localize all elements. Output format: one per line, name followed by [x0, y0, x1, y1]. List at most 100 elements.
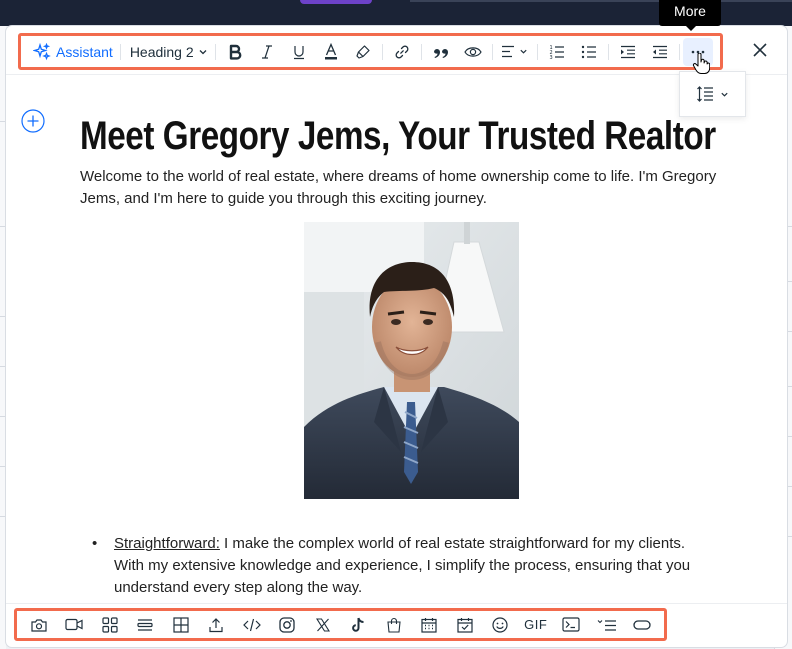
- chevron-down-icon: [520, 49, 527, 54]
- video-icon: [65, 618, 83, 631]
- insert-code-block-button[interactable]: [554, 611, 590, 638]
- toolbar-separator: [119, 43, 121, 60]
- formatting-toolbar: Assistant Heading 2 1 2 3: [18, 33, 723, 70]
- bottom-divider: [6, 603, 787, 604]
- hand-pointer-icon: [692, 52, 711, 74]
- toolbar-separator: [381, 43, 383, 60]
- insert-instagram-button[interactable]: [270, 611, 306, 638]
- quote-icon: [433, 48, 448, 58]
- plus-circle-icon: [21, 109, 45, 133]
- alignment-dropdown[interactable]: [496, 38, 534, 66]
- collapsible-list-icon: [597, 619, 616, 631]
- code-block-icon: [562, 617, 580, 632]
- outdent-icon: [652, 45, 667, 58]
- indent-button[interactable]: [612, 38, 644, 66]
- event-icon: [457, 617, 473, 633]
- more-tooltip: More: [659, 0, 721, 31]
- insert-image-button[interactable]: [21, 611, 57, 638]
- bulleted-list-button[interactable]: [573, 38, 605, 66]
- line-spacing-dropdown[interactable]: [679, 71, 746, 117]
- insert-video-button[interactable]: [57, 611, 93, 638]
- table-icon: [173, 616, 189, 633]
- calendar-icon: [421, 617, 437, 633]
- svg-text:3: 3: [549, 55, 552, 60]
- toolbar-separator: [536, 43, 538, 60]
- gif-icon: GIF: [524, 617, 548, 632]
- code-icon: [242, 618, 261, 631]
- insert-table-button[interactable]: [163, 611, 199, 638]
- intro-paragraph[interactable]: Welcome to the world of real estate, whe…: [80, 166, 720, 210]
- x-icon: [315, 617, 330, 632]
- sparkle-icon: [33, 42, 51, 60]
- insert-x-post-button[interactable]: [305, 611, 341, 638]
- shopping-bag-icon: [387, 617, 401, 633]
- italic-button[interactable]: [251, 38, 283, 66]
- toolbar-separator: [491, 43, 493, 60]
- text-color-button[interactable]: [315, 38, 347, 66]
- toolbar-separator: [678, 43, 680, 60]
- emoji-icon: [492, 616, 508, 633]
- insert-file-button[interactable]: [199, 611, 235, 638]
- insert-product-button[interactable]: [376, 611, 412, 638]
- close-icon: [753, 43, 767, 57]
- outdent-button[interactable]: [644, 38, 676, 66]
- insert-booking-button[interactable]: [412, 611, 448, 638]
- spoiler-button[interactable]: [457, 38, 489, 66]
- chevron-down-icon: [721, 92, 728, 97]
- assistant-label: Assistant: [56, 43, 113, 60]
- quote-button[interactable]: [425, 38, 457, 66]
- page-title[interactable]: Meet Gregory Jems, Your Trusted Realtor: [80, 114, 716, 159]
- bullet-list-item[interactable]: • Straightforward: I make the complex wo…: [92, 533, 712, 599]
- bold-button[interactable]: [219, 38, 251, 66]
- more-tooltip-label: More: [674, 3, 706, 19]
- upload-icon: [209, 617, 223, 632]
- close-button[interactable]: [750, 40, 770, 60]
- button-icon: [633, 619, 651, 630]
- insert-event-button[interactable]: [447, 611, 483, 638]
- bullet-dot: •: [92, 535, 98, 552]
- text-editor-modal: Assistant Heading 2 1 2 3 Meet Gregory J…: [6, 26, 787, 647]
- italic-icon: [261, 44, 272, 59]
- insert-collapsible-list-button[interactable]: [589, 611, 625, 638]
- toolbar-separator: [607, 43, 609, 60]
- bold-icon: [229, 44, 241, 60]
- insert-gif-button[interactable]: GIF: [518, 611, 554, 638]
- insert-toolbar: GIF: [14, 608, 667, 641]
- mouse-pointer: [692, 52, 711, 79]
- highlight-icon: [356, 44, 370, 59]
- insert-tiktok-button[interactable]: [341, 611, 377, 638]
- toolbar-separator: [420, 43, 422, 60]
- insert-divider-button[interactable]: [128, 611, 164, 638]
- insert-button-button[interactable]: [625, 611, 661, 638]
- realtor-photo[interactable]: [304, 222, 519, 499]
- toolbar-separator: [214, 43, 216, 60]
- heading-style-label: Heading 2: [129, 43, 194, 60]
- link-button[interactable]: [386, 38, 418, 66]
- line-spacing-icon: [697, 86, 713, 102]
- divider-icon: [137, 618, 153, 631]
- align-left-icon: [502, 45, 515, 58]
- toolbar-divider: [6, 74, 787, 75]
- add-block-button[interactable]: [21, 109, 45, 133]
- heading-style-dropdown[interactable]: Heading 2: [124, 38, 212, 66]
- assistant-button[interactable]: Assistant: [29, 38, 117, 66]
- realtor-portrait-image: [304, 222, 519, 499]
- bullet-item-label: Straightforward:: [114, 535, 220, 552]
- insert-html-button[interactable]: [234, 611, 270, 638]
- highlight-button[interactable]: [347, 38, 379, 66]
- link-icon: [395, 45, 409, 58]
- camera-icon: [31, 618, 47, 632]
- app-top-indicator: [300, 0, 372, 4]
- insert-emoji-button[interactable]: [483, 611, 519, 638]
- numbered-list-icon: 123: [549, 45, 564, 60]
- insert-gallery-button[interactable]: [92, 611, 128, 638]
- bullet-item-text: Straightforward: I make the complex worl…: [92, 533, 712, 599]
- spoiler-eye-icon: [463, 46, 482, 57]
- underline-button[interactable]: [283, 38, 315, 66]
- indent-icon: [620, 45, 635, 58]
- app-top-line: [410, 0, 792, 2]
- numbered-list-button[interactable]: 123: [541, 38, 573, 66]
- instagram-icon: [279, 616, 295, 633]
- underline-icon: [293, 45, 304, 59]
- gallery-icon: [102, 616, 118, 633]
